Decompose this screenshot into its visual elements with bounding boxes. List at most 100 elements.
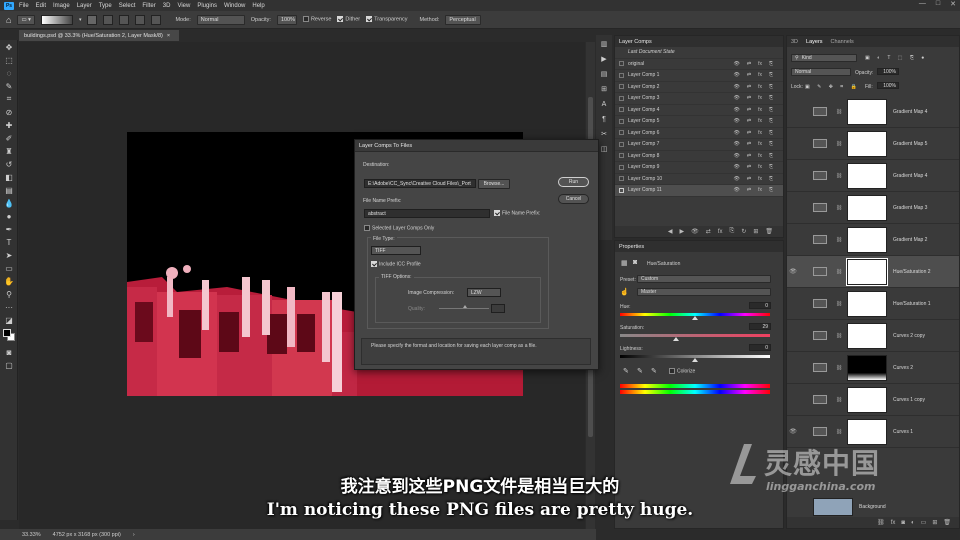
delete-layer-icon[interactable]: 🗑	[943, 519, 951, 526]
mask-icon[interactable]: ◙	[633, 259, 637, 266]
path-select-tool-icon[interactable]: ➤	[2, 249, 16, 261]
next-comp-icon[interactable]: ▶	[680, 228, 685, 235]
shape-tool-icon[interactable]: ▭	[2, 262, 16, 274]
lightness-input[interactable]: 0	[749, 344, 771, 351]
update-comp-icon[interactable]: ↻	[741, 228, 746, 235]
menu-image[interactable]: Image	[53, 3, 70, 9]
screen-mode-icon[interactable]: ▢	[2, 359, 16, 371]
eyedropper-tool-icon[interactable]: ⊘	[2, 106, 16, 118]
transparency-checkbox[interactable]: Transparency	[366, 16, 408, 23]
compression-select[interactable]: LZW	[467, 288, 501, 297]
mode-select[interactable]: Normal	[196, 14, 245, 25]
layer-comp-row[interactable]: Layer Comp 9 👁 ⇄ fx ⎘	[615, 162, 783, 174]
layer-comp-row[interactable]: Layer Comp 5 👁 ⇄ fx ⎘	[615, 116, 783, 128]
menu-filter[interactable]: Filter	[142, 3, 155, 9]
lock-icons[interactable]: ▣ ✎ ✥ ⌗ 🔒	[805, 84, 860, 90]
menu-view[interactable]: View	[177, 3, 190, 9]
menu-select[interactable]: Select	[119, 3, 136, 9]
lightness-slider-handle[interactable]	[692, 358, 698, 362]
close-tab-icon[interactable]: ×	[167, 33, 170, 39]
angle-gradient-icon[interactable]	[119, 14, 130, 25]
layer-row[interactable]: ⛓ Curves 2	[787, 352, 959, 384]
new-layer-icon[interactable]: ⊞	[932, 519, 937, 526]
maximize-icon[interactable]: □	[936, 0, 940, 8]
history-panel-icon[interactable]: ▥	[598, 38, 610, 50]
reflected-gradient-icon[interactable]	[135, 14, 146, 25]
status-arrow-icon[interactable]: ›	[133, 532, 135, 538]
menu-type[interactable]: Type	[99, 3, 112, 9]
fill-input[interactable]: 100%	[877, 82, 899, 89]
method-select[interactable]: Perceptual	[445, 14, 482, 25]
menu-plugins[interactable]: Plugins	[197, 3, 217, 9]
cancel-button[interactable]: Cancel	[558, 194, 589, 204]
hue-input[interactable]: 0	[749, 302, 771, 309]
menu-edit[interactable]: Edit	[36, 3, 46, 9]
update-position-icon[interactable]: ⇄	[706, 228, 711, 235]
layer-comp-row[interactable]: Layer Comp 4 👁 ⇄ fx ⎘	[615, 105, 783, 116]
actions-panel-icon[interactable]: ▶	[598, 53, 610, 65]
layer-comp-row[interactable]: Layer Comp 8 👁 ⇄ fx ⎘	[615, 151, 783, 162]
destination-input[interactable]: E:\Adobe\CC_Sync\Creative Cloud Files\_P…	[364, 179, 476, 188]
eyedropper-icon[interactable]: ✎	[623, 367, 629, 375]
menu-file[interactable]: File	[19, 3, 29, 9]
dither-checkbox[interactable]: Dither	[337, 16, 360, 23]
layer-row[interactable]: ⛓ Hue/Saturation 1	[787, 288, 959, 320]
new-comp-icon[interactable]: ⊞	[753, 228, 758, 235]
linear-gradient-icon[interactable]	[87, 14, 98, 25]
paragraph-panel-icon[interactable]: ¶	[598, 113, 610, 125]
libraries-panel-icon[interactable]: ⊞	[598, 83, 610, 95]
eyedropper-minus-icon[interactable]: ✎	[651, 367, 657, 375]
layer-comp-row[interactable]: Last Document State	[615, 47, 783, 59]
dodge-tool-icon[interactable]: ●	[2, 210, 16, 222]
close-window-icon[interactable]: ✕	[950, 0, 956, 8]
zoom-level[interactable]: 33.33%	[22, 532, 41, 538]
layer-row[interactable]: ⛓ Gradient Map 2	[787, 224, 959, 256]
preset-select[interactable]: Custom	[637, 275, 771, 283]
include-icc-checkbox[interactable]: Include ICC Profile	[371, 261, 421, 267]
quick-mask-icon[interactable]: ◙	[2, 346, 16, 358]
menu-window[interactable]: Window	[224, 3, 245, 9]
channel-select[interactable]: Master	[637, 288, 771, 296]
gradient-preview[interactable]	[40, 14, 73, 25]
layer-row-selected[interactable]: 👁 ⛓ Hue/Saturation 2	[787, 256, 959, 288]
color-swatches[interactable]	[0, 327, 18, 345]
update-style-icon[interactable]: ⎘	[730, 228, 735, 235]
new-adjustment-icon[interactable]: ◐	[911, 520, 915, 526]
layer-row[interactable]: ⛓ Gradient Map 5	[787, 128, 959, 160]
layer-filter-icons[interactable]: ▣ ◐ T ⬚ ⎘ ●	[865, 55, 927, 61]
menu-3d[interactable]: 3D	[163, 3, 171, 9]
navigator-panel-icon[interactable]: ◫	[598, 143, 610, 155]
prefix-input[interactable]: abstract	[364, 209, 490, 218]
eraser-tool-icon[interactable]: ◧	[2, 171, 16, 183]
eyedropper-plus-icon[interactable]: ✎	[637, 367, 643, 375]
brush-tool-icon[interactable]: ✐	[2, 132, 16, 144]
colorize-checkbox[interactable]: Colorize	[669, 368, 695, 374]
healing-tool-icon[interactable]: ✚	[2, 119, 16, 131]
layer-comp-row[interactable]: Layer Comp 7 👁 ⇄ fx ⎘	[615, 139, 783, 151]
selected-only-checkbox[interactable]: Selected Layer Comps Only	[364, 225, 434, 231]
run-button[interactable]: Run	[558, 177, 589, 187]
tool-preset-picker[interactable]: ▭ ▾	[17, 14, 35, 25]
document-tab[interactable]: buildings.psd @ 33.3% (Hue/Saturation 2,…	[19, 30, 179, 41]
link-layers-icon[interactable]: ⛓	[877, 519, 885, 526]
layer-comp-row[interactable]: Layer Comp 3 👁 ⇄ fx ⎘	[615, 93, 783, 105]
reverse-checkbox[interactable]: Reverse	[302, 16, 331, 23]
lasso-tool-icon[interactable]: ◌	[2, 67, 16, 79]
quick-select-tool-icon[interactable]: ✎	[2, 80, 16, 92]
quality-slider-handle[interactable]	[463, 305, 467, 308]
history-brush-icon[interactable]: ↺	[2, 158, 16, 170]
menu-layer[interactable]: Layer	[77, 3, 92, 9]
tools-presets-icon[interactable]: ✂	[598, 128, 610, 140]
layer-comp-row-selected[interactable]: Layer Comp 11 👁 ⇄ fx ⎘	[615, 185, 783, 197]
quality-slider[interactable]	[439, 308, 489, 309]
saturation-slider[interactable]	[620, 334, 770, 337]
layer-comp-row[interactable]: Layer Comp 6 👁 ⇄ fx ⎘	[615, 128, 783, 139]
quality-input[interactable]	[491, 304, 505, 313]
add-style-icon[interactable]: fx	[891, 520, 896, 526]
tab-layers[interactable]: Layers	[806, 39, 823, 45]
layer-comp-row[interactable]: Layer Comp 2 👁 ⇄ fx ⎘	[615, 82, 783, 93]
saturation-input[interactable]: 29	[749, 323, 771, 330]
menu-help[interactable]: Help	[252, 3, 264, 9]
diamond-gradient-icon[interactable]	[151, 14, 162, 25]
foreground-color[interactable]	[3, 329, 11, 337]
